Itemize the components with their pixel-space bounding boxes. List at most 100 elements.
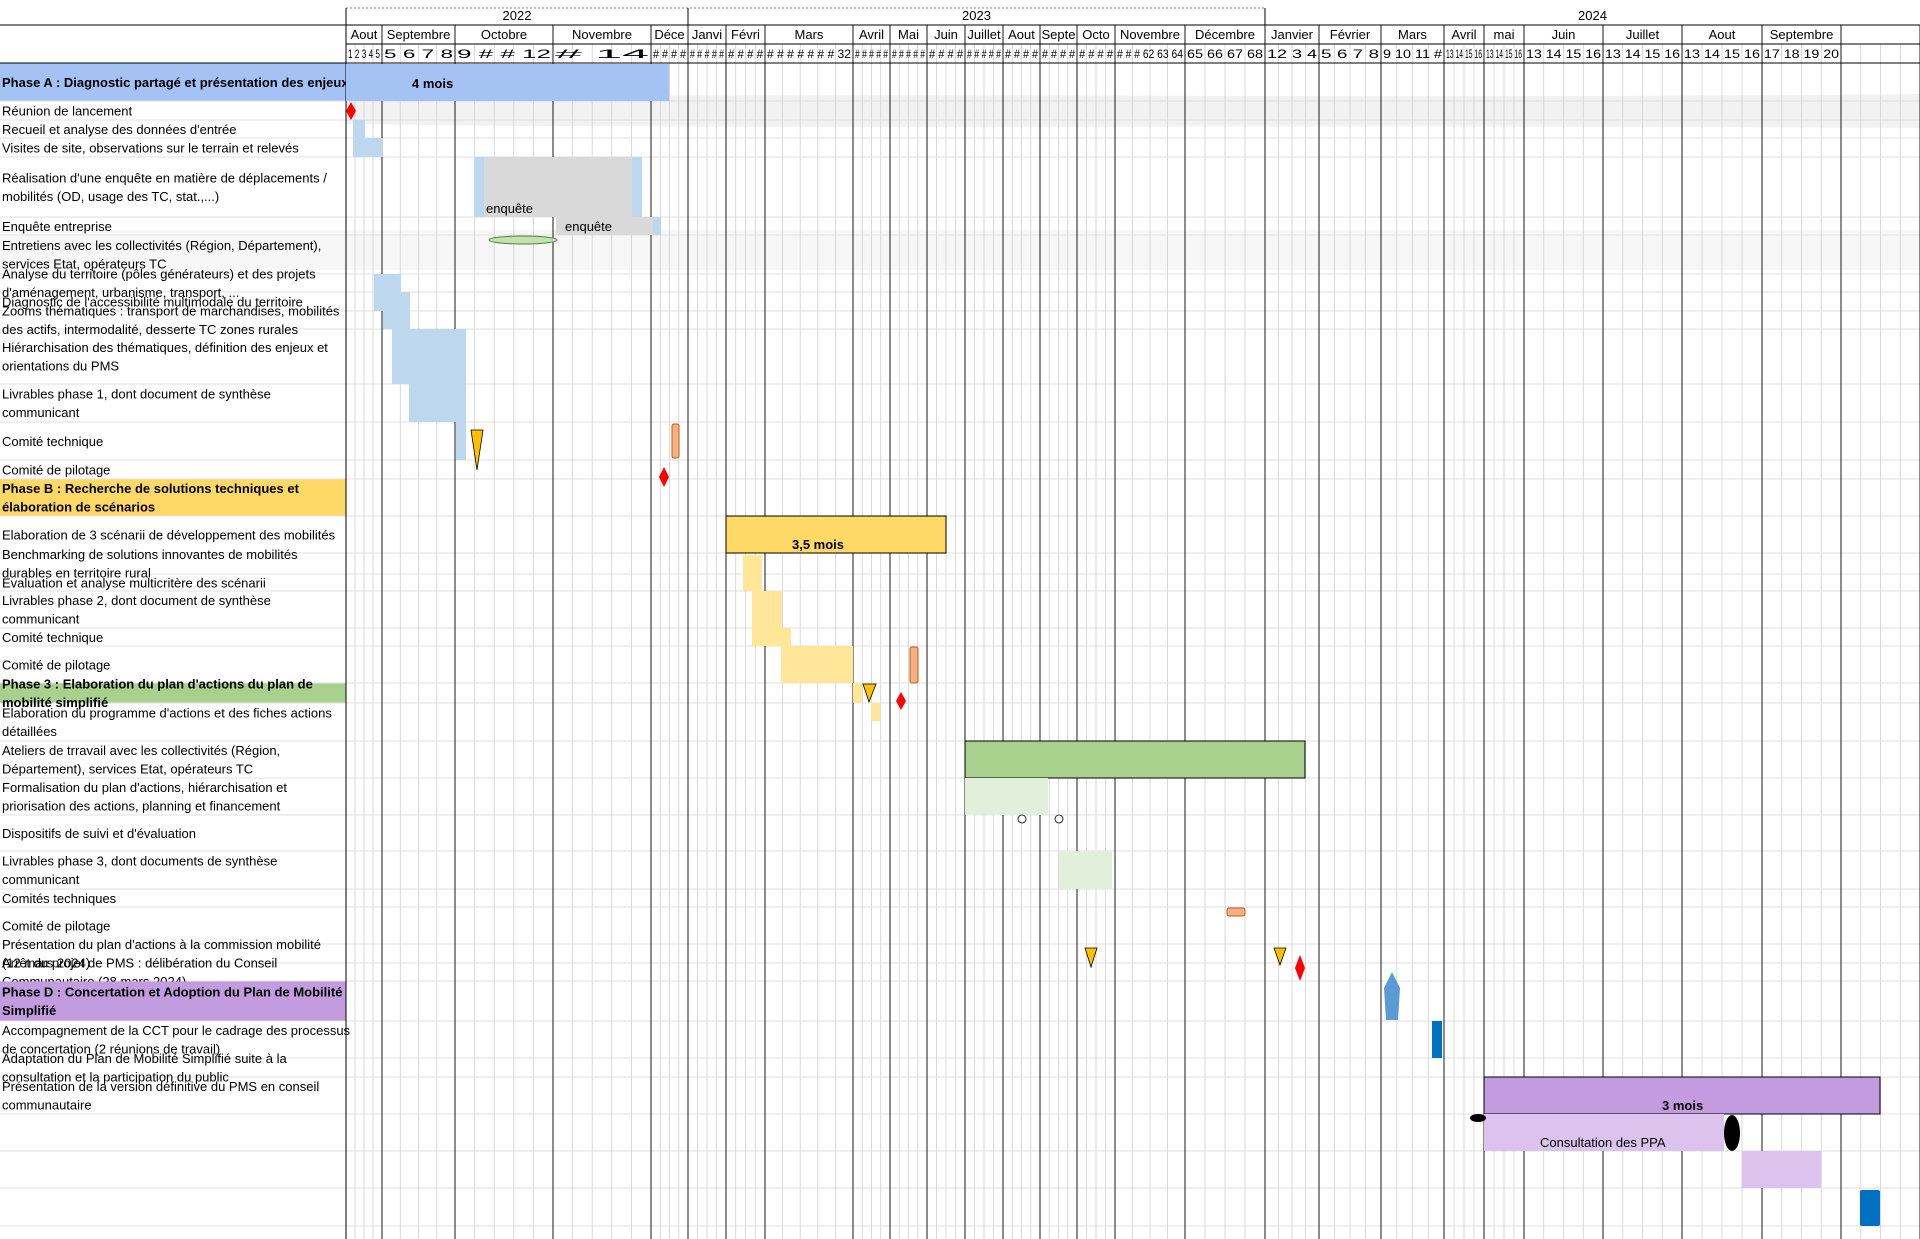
month-label: Aout [351, 27, 378, 42]
month-label: Juin [934, 27, 958, 42]
task-label: Département), services Etat, opérateurs … [2, 762, 253, 777]
week-numbers: 9 # # 12 [457, 49, 551, 61]
month-label: Janvier [1271, 27, 1314, 42]
task-bar [781, 646, 853, 683]
task-label: Elaboration de 3 scénarii de développeme… [2, 527, 336, 542]
phase-d-duration: 3 mois [1662, 1098, 1703, 1113]
task-label: détaillées [2, 724, 57, 739]
month-label: Mars [1398, 27, 1427, 42]
month-label: Novembre [572, 27, 632, 42]
task-label-column: Phase A : Diagnostic partagé et présenta… [0, 63, 351, 1239]
task-bars: enquête enquête Consultation des PPA [353, 120, 1821, 1188]
task-label: Analyse du territoire (pôles générateurs… [2, 267, 316, 282]
task-label: Comité de pilotage [2, 657, 110, 672]
task-label: Dispositifs de suivi et d'évaluation [2, 826, 196, 841]
task-label: Hiérarchisation des thématiques, définit… [2, 340, 328, 355]
month-label: Aout [1709, 27, 1736, 42]
task-label: communicant [2, 612, 80, 627]
month-label: Aout [1008, 27, 1035, 42]
week-numbers: 13 14 15 16 [1684, 49, 1760, 61]
phase-title: Phase B : Recherche de solutions techniq… [2, 481, 300, 496]
week-numbers: 9 10 11 # [1383, 49, 1443, 61]
month-label: Mars [795, 27, 824, 42]
task-bar [774, 628, 791, 646]
task-label: des actifs, intermodalité, desserte TC z… [2, 322, 299, 337]
task-label: communicant [2, 872, 80, 887]
task-label: Comité de pilotage [2, 462, 110, 477]
week-numbers: # # # # [728, 49, 764, 61]
task-label: Accompagnement de la CCT pour le cadrage… [2, 1023, 351, 1038]
final-council-marker-icon [1860, 1190, 1880, 1226]
task-bar [853, 683, 862, 703]
month-label: Juillet [1626, 27, 1660, 42]
phase-c-bar[interactable] [964, 740, 1306, 779]
month-label: Décembre [1195, 27, 1255, 42]
task-label: Ateliers de trravail avec les collectivi… [2, 743, 280, 758]
task-label: Réunion de lancement [2, 103, 132, 118]
week-numbers: # # # # # [892, 49, 925, 61]
task-label: priorisation des actions, planning et fi… [2, 799, 281, 814]
diamond-marker-icon [896, 692, 906, 710]
month-label: Octo [1082, 27, 1109, 42]
timeline-header: 2022 Aout 1 2 3 4 5 Septembre 5 6 7 8 Octobre… [0, 7, 1920, 64]
survey-label: enquête [486, 201, 533, 216]
interview-ellipse-icon [488, 235, 558, 245]
week-numbers: # # # # # [967, 49, 1001, 61]
task-label: Livrables phase 3, dont documents de syn… [2, 854, 277, 869]
week-numbers: # # # # # [855, 49, 888, 61]
week-numbers: 13 14 15 16 [1446, 49, 1482, 61]
triangle-marker-icon [1273, 947, 1287, 967]
task-bar [1742, 1151, 1821, 1188]
task-label: Adaptation du Plan de Mobilité Simplifié… [2, 1051, 287, 1066]
year-label: 2023 [962, 8, 991, 23]
week-numbers: # # # # [929, 49, 964, 61]
meeting-marker-icon [1724, 1115, 1740, 1151]
task-bar [392, 329, 466, 384]
workshop-circle-icon [1054, 814, 1064, 824]
week-numbers: # # # # # [690, 49, 724, 61]
meeting-marker-icon [1470, 1114, 1486, 1122]
task-label: Comités techniques [2, 891, 117, 906]
month-label: Juillet [967, 27, 1001, 42]
month-label: Janvi [692, 27, 722, 42]
year-label: 2022 [503, 8, 532, 23]
week-numbers: 13 14 15 16 [1486, 49, 1522, 61]
month-label: Mai [898, 27, 919, 42]
month-label: Juin [1552, 27, 1576, 42]
phase-b-duration: 3,5 mois [792, 537, 844, 552]
task-label: Formalisation du plan d'actions, hiérarc… [2, 780, 287, 795]
triangle-marker-icon [862, 683, 877, 704]
month-label: Septembre [1770, 27, 1834, 42]
month-label: mai [1494, 27, 1515, 42]
task-label: Arrêt du projet de PMS : délibération du… [2, 956, 277, 971]
survey-label: enquête [565, 219, 612, 234]
task-label: Réalisation d'une enquête en matière de … [2, 171, 327, 186]
week-numbers: 65 66 67 68 [1187, 49, 1263, 61]
task-bar [871, 703, 880, 721]
phase-a-duration: 4 mois [412, 76, 453, 91]
task-label: communicant [2, 405, 80, 420]
task-label: Comité de pilotage [2, 918, 110, 933]
workshop-circle-icon [1017, 814, 1027, 824]
task-label: Visites de site, observations sur le ter… [2, 140, 299, 155]
task-bar [353, 138, 383, 157]
week-numbers: # # # # [1079, 49, 1114, 61]
task-label: Recueil et analyse des données d'entrée [2, 122, 236, 137]
task-label: Comité technique [2, 630, 103, 645]
task-label: Présentation du plan d'actions à la comm… [2, 937, 321, 952]
task-label: Livrables phase 2, dont document de synt… [2, 593, 271, 608]
task-label: communautaire [2, 1098, 92, 1113]
phase-title: Phase D : Concertation et Adoption du Pl… [2, 985, 342, 1000]
month-label: Septe [1042, 27, 1076, 42]
week-numbers: # # # # [1005, 49, 1039, 61]
task-label: mobilités (OD, usage des TC, stat.,...) [2, 189, 219, 204]
phase-a-bar[interactable] [346, 64, 669, 101]
consultation-label: Consultation des PPA [1540, 1135, 1666, 1150]
month-label: Septembre [387, 27, 451, 42]
week-numbers: # 14 [555, 49, 652, 61]
task-label: Zooms thématiques : transport de marchan… [2, 304, 340, 319]
task-bar [409, 384, 466, 422]
task-bar [743, 555, 762, 591]
month-label: Février [1330, 27, 1371, 42]
task-label: Evaluation et analyse multicritère des s… [2, 575, 266, 590]
